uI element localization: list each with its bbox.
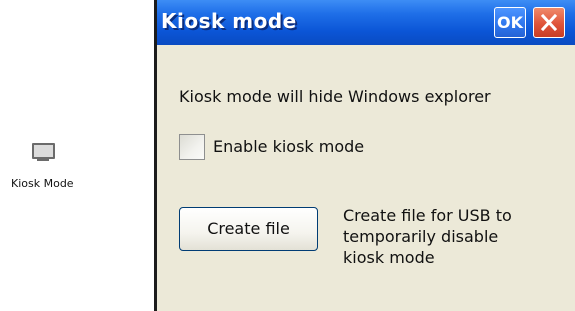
- close-button[interactable]: [533, 7, 565, 38]
- desktop-icon-label: Kiosk Mode: [11, 177, 74, 190]
- kiosk-description: Kiosk mode will hide Windows explorer: [179, 87, 491, 106]
- enable-kiosk-checkbox[interactable]: [179, 134, 205, 160]
- create-file-description: Create file for USB to temporarily disab…: [343, 205, 563, 268]
- create-file-description-line: Create file for USB to: [343, 206, 512, 225]
- desktop-shortcut-kiosk-mode[interactable]: Kiosk Mode: [0, 140, 140, 200]
- monitor-icon: [30, 142, 58, 168]
- ok-button[interactable]: OK: [494, 7, 526, 38]
- window-title: Kiosk mode: [161, 9, 297, 33]
- kiosk-mode-window: Kiosk mode OK Kiosk mode will hide Windo…: [154, 0, 575, 311]
- enable-kiosk-label[interactable]: Enable kiosk mode: [213, 137, 364, 156]
- title-bar: Kiosk mode OK: [157, 0, 575, 45]
- create-file-description-line: temporarily disable: [343, 227, 499, 246]
- close-icon: [540, 13, 558, 32]
- create-file-button[interactable]: Create file: [179, 207, 318, 251]
- create-file-description-line: kiosk mode: [343, 248, 435, 267]
